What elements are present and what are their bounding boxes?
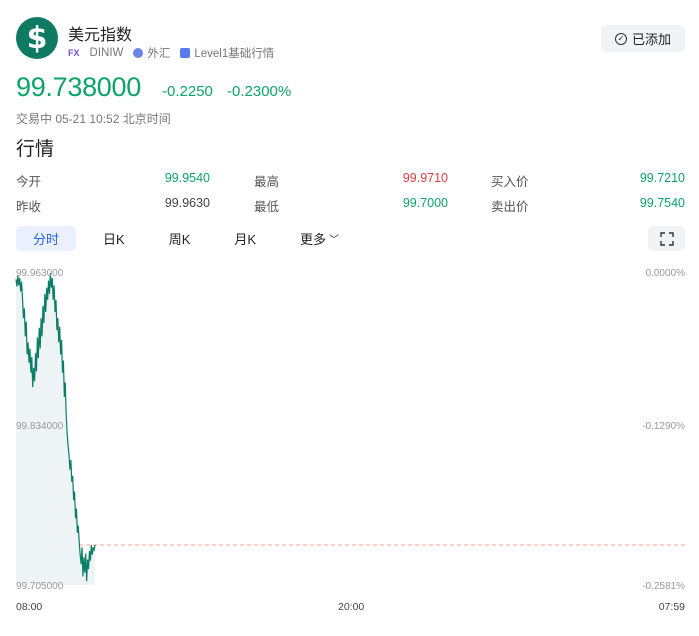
- y-left-tick-mid: 99.834000: [16, 421, 64, 432]
- y-right-tick-bottom: -0.2581%: [642, 581, 685, 592]
- y-left-tick-bottom: 99.705000: [16, 581, 64, 592]
- x-tick-start: 08:00: [16, 601, 43, 613]
- y-right-tick-mid: -0.1290%: [642, 421, 685, 432]
- x-tick-end: 07:59: [658, 601, 685, 613]
- intraday-chart: [15, 273, 685, 585]
- y-right-tick-top: 0.0000%: [645, 268, 685, 279]
- x-tick-mid: 20:00: [338, 601, 365, 613]
- y-left-tick-top: 99.963000: [16, 268, 64, 279]
